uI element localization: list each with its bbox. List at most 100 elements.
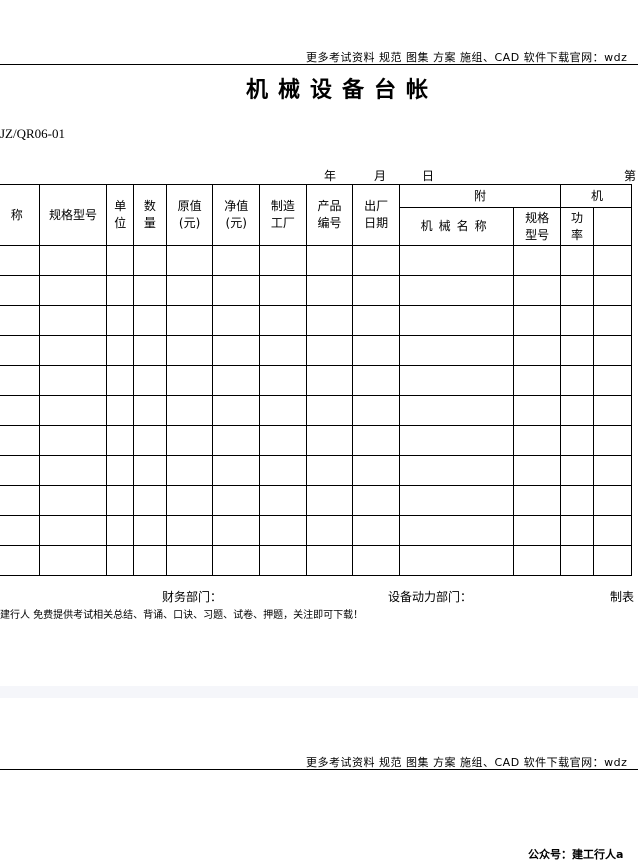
table-cell[interactable] <box>398 365 515 396</box>
table-cell[interactable] <box>305 455 354 486</box>
table-cell[interactable] <box>398 515 515 546</box>
table-cell[interactable] <box>352 515 400 546</box>
table-cell[interactable] <box>132 515 167 546</box>
table-cell[interactable] <box>0 545 40 576</box>
table-cell[interactable] <box>592 485 633 516</box>
table-cell[interactable] <box>305 245 354 276</box>
table-cell[interactable] <box>592 365 633 396</box>
table-cell[interactable] <box>38 335 108 366</box>
table-cell[interactable] <box>305 335 354 366</box>
table-cell[interactable] <box>259 485 307 516</box>
table-cell[interactable] <box>259 245 307 276</box>
table-cell[interactable] <box>592 305 633 336</box>
table-cell[interactable] <box>212 305 261 336</box>
table-cell[interactable] <box>592 245 633 276</box>
table-cell[interactable] <box>106 455 134 486</box>
table-cell[interactable] <box>560 455 594 486</box>
table-cell[interactable] <box>165 545 214 576</box>
table-cell[interactable] <box>0 365 40 396</box>
table-cell[interactable] <box>38 275 108 306</box>
table-cell[interactable] <box>513 515 561 546</box>
table-cell[interactable] <box>38 245 108 276</box>
table-cell[interactable] <box>513 545 561 576</box>
table-cell[interactable] <box>592 395 633 426</box>
table-cell[interactable] <box>0 305 40 336</box>
table-cell[interactable] <box>38 455 108 486</box>
table-cell[interactable] <box>259 455 307 486</box>
table-cell[interactable] <box>305 365 354 396</box>
table-cell[interactable] <box>106 395 134 426</box>
table-cell[interactable] <box>0 515 40 546</box>
table-cell[interactable] <box>0 395 40 426</box>
table-cell[interactable] <box>305 305 354 336</box>
table-cell[interactable] <box>132 545 167 576</box>
table-cell[interactable] <box>352 365 400 396</box>
table-cell[interactable] <box>132 245 167 276</box>
table-cell[interactable] <box>212 545 261 576</box>
table-cell[interactable] <box>165 305 214 336</box>
table-cell[interactable] <box>592 275 633 306</box>
table-cell[interactable] <box>165 395 214 426</box>
table-cell[interactable] <box>513 335 561 366</box>
table-cell[interactable] <box>560 335 594 366</box>
table-cell[interactable] <box>592 455 633 486</box>
table-cell[interactable] <box>212 485 261 516</box>
table-cell[interactable] <box>398 305 515 336</box>
table-cell[interactable] <box>560 395 594 426</box>
table-cell[interactable] <box>398 425 515 456</box>
table-cell[interactable] <box>165 275 214 306</box>
table-cell[interactable] <box>560 545 594 576</box>
table-cell[interactable] <box>0 455 40 486</box>
table-cell[interactable] <box>38 515 108 546</box>
table-cell[interactable] <box>106 485 134 516</box>
table-cell[interactable] <box>132 275 167 306</box>
table-cell[interactable] <box>165 485 214 516</box>
table-cell[interactable] <box>38 545 108 576</box>
table-cell[interactable] <box>398 245 515 276</box>
table-cell[interactable] <box>352 335 400 366</box>
table-cell[interactable] <box>305 545 354 576</box>
table-cell[interactable] <box>132 365 167 396</box>
table-cell[interactable] <box>560 425 594 456</box>
table-cell[interactable] <box>513 455 561 486</box>
table-cell[interactable] <box>352 305 400 336</box>
table-cell[interactable] <box>38 395 108 426</box>
table-cell[interactable] <box>560 485 594 516</box>
table-cell[interactable] <box>259 395 307 426</box>
table-cell[interactable] <box>352 425 400 456</box>
table-cell[interactable] <box>259 545 307 576</box>
table-cell[interactable] <box>560 515 594 546</box>
table-cell[interactable] <box>352 395 400 426</box>
table-cell[interactable] <box>212 275 261 306</box>
table-cell[interactable] <box>132 335 167 366</box>
table-cell[interactable] <box>259 365 307 396</box>
table-cell[interactable] <box>212 245 261 276</box>
table-cell[interactable] <box>305 275 354 306</box>
table-cell[interactable] <box>513 305 561 336</box>
table-cell[interactable] <box>106 545 134 576</box>
table-cell[interactable] <box>560 245 594 276</box>
table-cell[interactable] <box>305 485 354 516</box>
table-cell[interactable] <box>398 395 515 426</box>
table-cell[interactable] <box>560 305 594 336</box>
table-cell[interactable] <box>106 515 134 546</box>
table-cell[interactable] <box>132 395 167 426</box>
table-cell[interactable] <box>212 335 261 366</box>
table-cell[interactable] <box>513 485 561 516</box>
table-cell[interactable] <box>38 485 108 516</box>
table-cell[interactable] <box>513 395 561 426</box>
table-cell[interactable] <box>212 365 261 396</box>
table-cell[interactable] <box>165 365 214 396</box>
table-cell[interactable] <box>0 335 40 366</box>
table-cell[interactable] <box>212 455 261 486</box>
table-cell[interactable] <box>352 545 400 576</box>
table-cell[interactable] <box>592 515 633 546</box>
table-cell[interactable] <box>513 365 561 396</box>
table-cell[interactable] <box>132 305 167 336</box>
table-cell[interactable] <box>106 275 134 306</box>
table-cell[interactable] <box>513 275 561 306</box>
table-cell[interactable] <box>513 245 561 276</box>
table-cell[interactable] <box>165 245 214 276</box>
table-cell[interactable] <box>132 485 167 516</box>
table-cell[interactable] <box>305 425 354 456</box>
